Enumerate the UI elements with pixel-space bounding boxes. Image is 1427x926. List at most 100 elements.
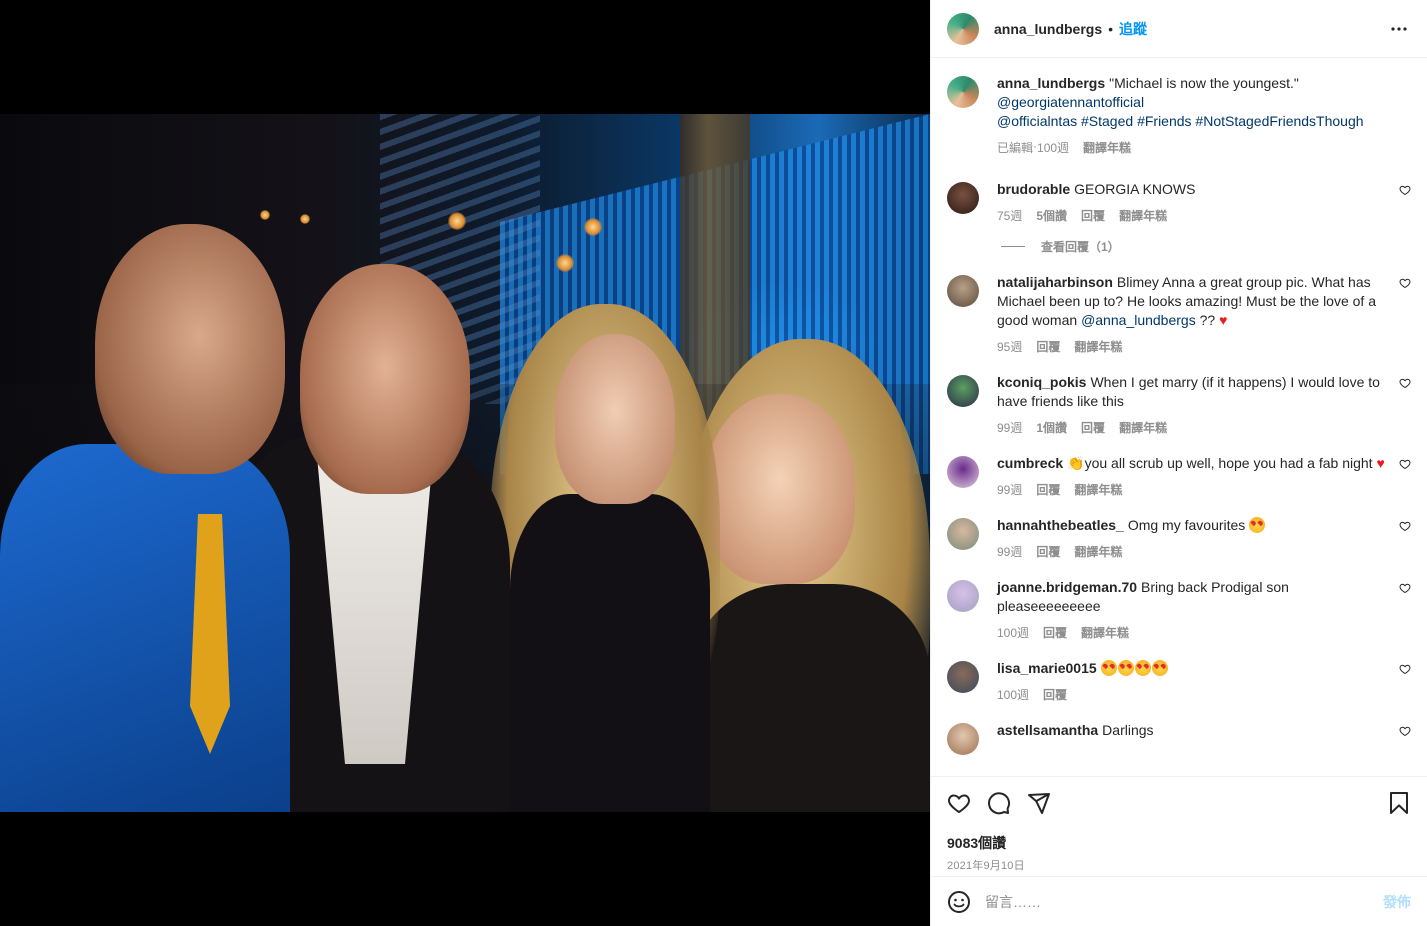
comment-content: GEORGIA KNOWS bbox=[1074, 181, 1196, 197]
post-side-panel: anna_lundbergs • 追蹤 anna_lundbergs "Micha… bbox=[930, 0, 1427, 926]
more-options-icon[interactable] bbox=[1387, 17, 1411, 41]
reply-button[interactable]: 回覆 bbox=[1043, 624, 1067, 641]
caption-body: anna_lundbergs "Michael is now the younge… bbox=[997, 74, 1411, 156]
caption-quote: "Michael is now the youngest." bbox=[1109, 75, 1299, 91]
comment-text: kconiq_pokis When I get marry (if it happ… bbox=[997, 373, 1385, 411]
comment-text: astellsamantha Darlings bbox=[997, 721, 1385, 740]
photo-lamp bbox=[448, 212, 466, 230]
comment-time[interactable]: 99週 bbox=[997, 543, 1022, 560]
comment-meta: 95週 回覆 翻譯年糕 bbox=[997, 338, 1385, 355]
comment-meta: 100週 回覆 翻譯年糕 bbox=[997, 624, 1385, 641]
share-paper-plane-icon[interactable] bbox=[1027, 791, 1051, 815]
reply-button[interactable]: 回覆 bbox=[1036, 338, 1060, 355]
comment-username[interactable]: lisa_marie0015 bbox=[997, 660, 1097, 676]
comment-likes[interactable]: 5個讚 bbox=[1036, 207, 1067, 224]
comment-username[interactable]: cumbreck bbox=[997, 455, 1063, 471]
author-username[interactable]: anna_lundbergs bbox=[994, 21, 1102, 37]
comment-likes[interactable]: 1個讚 bbox=[1036, 419, 1067, 436]
like-comment-heart-icon[interactable] bbox=[1399, 582, 1411, 594]
like-comment-heart-icon[interactable] bbox=[1399, 458, 1411, 470]
person-4-face bbox=[705, 394, 855, 584]
translate-button[interactable]: 翻譯年糕 bbox=[1074, 543, 1122, 560]
comment-body: natalijaharbinson Blimey Anna a great gro… bbox=[997, 273, 1411, 355]
like-count[interactable]: 9083個讚 bbox=[947, 833, 1411, 853]
translate-button[interactable]: 翻譯年糕 bbox=[1074, 481, 1122, 498]
like-comment-heart-icon[interactable] bbox=[1399, 663, 1411, 675]
comment-item: lisa_marie0015 100週 回覆 bbox=[947, 659, 1411, 703]
reply-button[interactable]: 回覆 bbox=[1081, 207, 1105, 224]
comment-avatar[interactable] bbox=[947, 275, 979, 307]
comment-body: kconiq_pokis When I get marry (if it happ… bbox=[997, 373, 1411, 436]
like-comment-heart-icon[interactable] bbox=[1399, 377, 1411, 389]
comment-avatar[interactable] bbox=[947, 375, 979, 407]
like-heart-icon[interactable] bbox=[947, 791, 971, 815]
reply-button[interactable]: 回覆 bbox=[1043, 686, 1067, 703]
comment-avatar[interactable] bbox=[947, 182, 979, 214]
comment-text: lisa_marie0015 bbox=[997, 659, 1385, 678]
translate-button[interactable]: 翻譯年糕 bbox=[1074, 338, 1122, 355]
comment-username[interactable]: astellsamantha bbox=[997, 722, 1098, 738]
comment-bubble-icon[interactable] bbox=[987, 791, 1011, 815]
red-heart-emoji-icon: ♥ bbox=[1376, 455, 1385, 471]
comment-avatar[interactable] bbox=[947, 661, 979, 693]
comment-input[interactable] bbox=[985, 893, 1383, 910]
person-2-head bbox=[300, 264, 470, 494]
hashtag-link[interactable]: #NotStagedFriendsThough bbox=[1195, 113, 1363, 129]
comment-suffix: ?? bbox=[1199, 312, 1216, 328]
comment-time[interactable]: 99週 bbox=[997, 419, 1022, 436]
caption-avatar[interactable] bbox=[947, 76, 979, 108]
comment-time[interactable]: 75週 bbox=[997, 207, 1022, 224]
mention-link[interactable]: @georgiatennantofficial bbox=[997, 94, 1144, 110]
comment-time[interactable]: 100週 bbox=[997, 624, 1029, 641]
comment-item: cumbreck 👏you all scrub up well, hope you… bbox=[947, 454, 1411, 498]
comment-body: astellsamantha Darlings bbox=[997, 721, 1411, 755]
hashtag-link[interactable]: #Friends bbox=[1137, 113, 1191, 129]
translate-button[interactable]: 翻譯年糕 bbox=[1119, 207, 1167, 224]
replies-line bbox=[1001, 246, 1025, 247]
view-replies-button[interactable]: 查看回覆（1） bbox=[1001, 238, 1411, 255]
translate-button[interactable]: 翻譯年糕 bbox=[1083, 139, 1131, 156]
comment-body: hannahthebeatles_ Omg my favourites 99週 回… bbox=[997, 516, 1411, 560]
like-comment-heart-icon[interactable] bbox=[1399, 184, 1411, 196]
follow-button[interactable]: 追蹤 bbox=[1119, 19, 1147, 39]
comments-list[interactable]: anna_lundbergs "Michael is now the younge… bbox=[931, 58, 1427, 776]
author-avatar[interactable] bbox=[947, 12, 979, 45]
comment-username[interactable]: kconiq_pokis bbox=[997, 374, 1086, 390]
comment-avatar[interactable] bbox=[947, 456, 979, 488]
comment-username[interactable]: brudorable bbox=[997, 181, 1070, 197]
like-comment-heart-icon[interactable] bbox=[1399, 725, 1411, 737]
post-actions: 9083個讚 2021年9月10日 bbox=[931, 776, 1427, 876]
comment-text: brudorable GEORGIA KNOWS bbox=[997, 180, 1385, 199]
post-date[interactable]: 2021年9月10日 bbox=[947, 857, 1411, 873]
caption-time[interactable]: 100週 bbox=[1037, 139, 1069, 156]
post-comment-button[interactable]: 發佈 bbox=[1383, 892, 1411, 912]
comment-time[interactable]: 100週 bbox=[997, 686, 1029, 703]
comment-avatar[interactable] bbox=[947, 580, 979, 612]
caption-username[interactable]: anna_lundbergs bbox=[997, 75, 1105, 91]
photo-lamp bbox=[556, 254, 574, 272]
comment-avatar[interactable] bbox=[947, 723, 979, 755]
instagram-post-viewer: anna_lundbergs • 追蹤 anna_lundbergs "Micha… bbox=[0, 0, 1427, 926]
comment-text: hannahthebeatles_ Omg my favourites bbox=[997, 516, 1385, 535]
hashtag-link[interactable]: #Staged bbox=[1081, 113, 1133, 129]
mention-link[interactable]: @anna_lundbergs bbox=[1081, 312, 1196, 328]
comment-username[interactable]: natalijaharbinson bbox=[997, 274, 1113, 290]
like-comment-heart-icon[interactable] bbox=[1399, 277, 1411, 289]
comment-time[interactable]: 95週 bbox=[997, 338, 1022, 355]
comment-avatar[interactable] bbox=[947, 518, 979, 550]
translate-button[interactable]: 翻譯年糕 bbox=[1119, 419, 1167, 436]
emoji-picker-icon[interactable] bbox=[947, 890, 971, 914]
comment-username[interactable]: joanne.bridgeman.70 bbox=[997, 579, 1137, 595]
reply-button[interactable]: 回覆 bbox=[1036, 481, 1060, 498]
like-comment-heart-icon[interactable] bbox=[1399, 520, 1411, 532]
post-photo[interactable] bbox=[0, 114, 930, 812]
save-bookmark-icon[interactable] bbox=[1387, 791, 1411, 815]
comment-time[interactable]: 99週 bbox=[997, 481, 1022, 498]
reply-button[interactable]: 回覆 bbox=[1081, 419, 1105, 436]
reply-button[interactable]: 回覆 bbox=[1036, 543, 1060, 560]
mention-link[interactable]: @officialntas bbox=[997, 113, 1077, 129]
view-replies-label[interactable]: 查看回覆（1） bbox=[1041, 238, 1120, 255]
comment-item: astellsamantha Darlings bbox=[947, 721, 1411, 755]
comment-username[interactable]: hannahthebeatles_ bbox=[997, 517, 1124, 533]
translate-button[interactable]: 翻譯年糕 bbox=[1081, 624, 1129, 641]
